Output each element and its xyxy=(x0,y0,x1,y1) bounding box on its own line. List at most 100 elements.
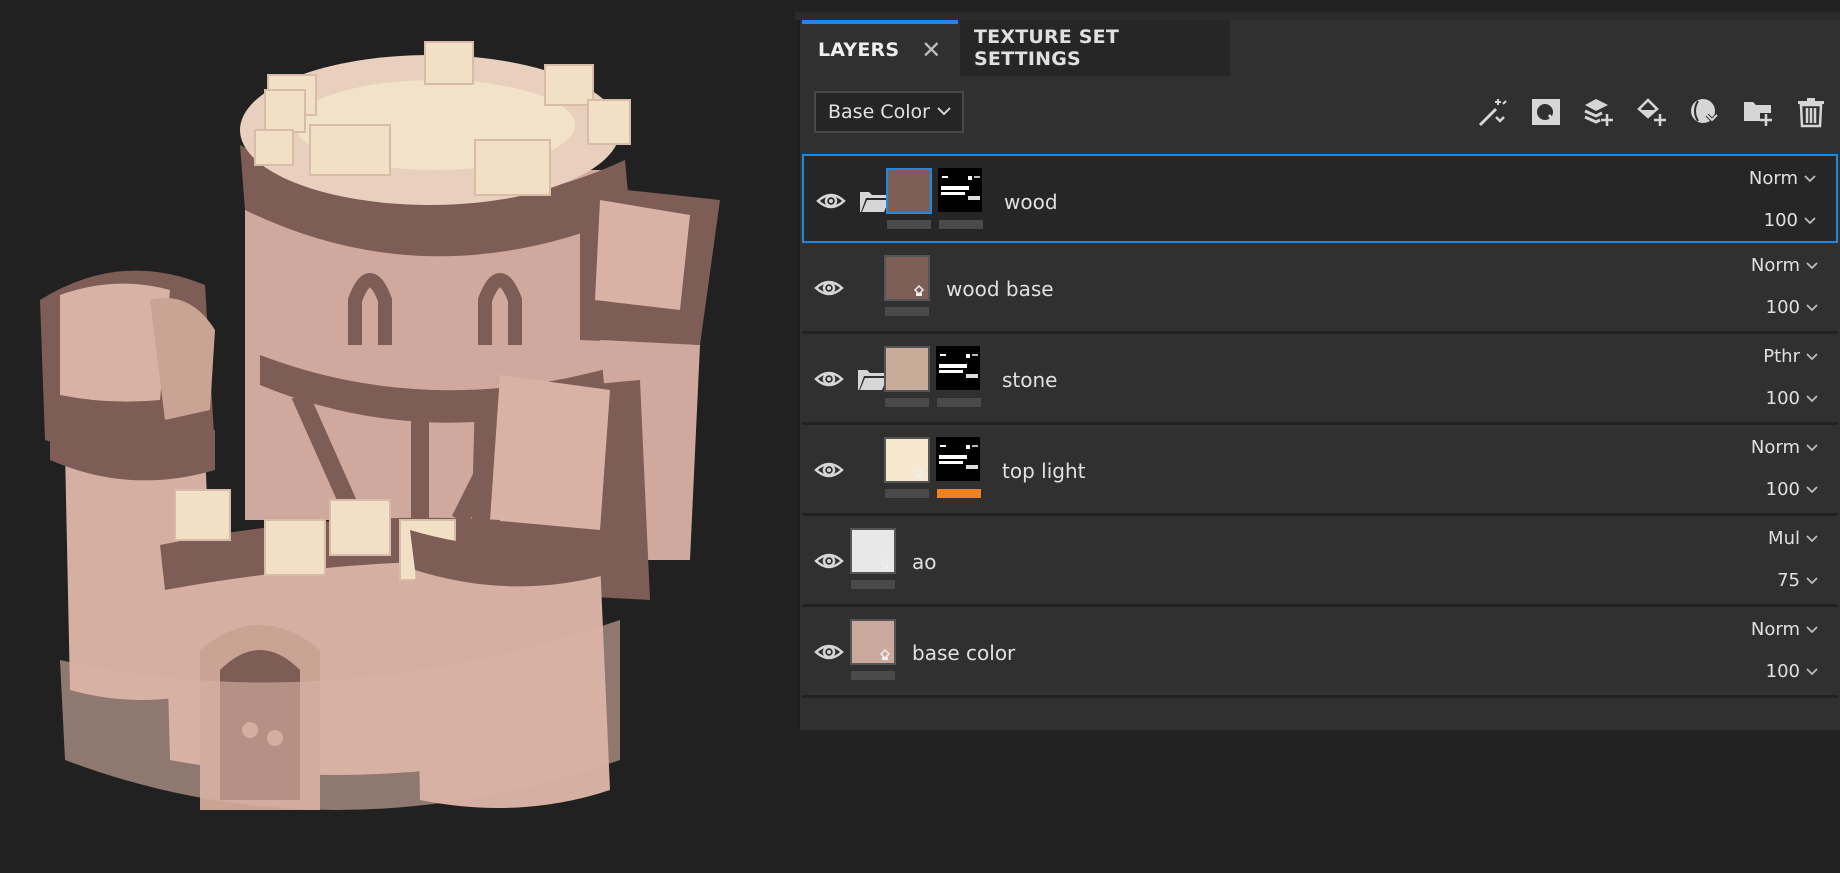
thumbnail-bar xyxy=(885,398,929,407)
opacity-dropdown[interactable]: 75 xyxy=(1777,570,1818,591)
add-folder-icon xyxy=(1743,102,1774,127)
thumbnail-bar xyxy=(885,489,929,498)
mask-thumbnail[interactable] xyxy=(936,346,982,392)
chevron-down-icon xyxy=(1806,535,1818,543)
eye-icon[interactable] xyxy=(814,364,844,394)
castle-model xyxy=(40,41,720,810)
blend-mode-value: Norm xyxy=(1750,437,1800,458)
opacity-value: 100 xyxy=(1765,661,1800,682)
blend-mode-value: Pthr xyxy=(1763,346,1800,367)
layer-row[interactable]: top light Norm 100 xyxy=(802,425,1838,516)
layers-panel: LAYERS ✕ TEXTURE SET SETTINGS Base Color xyxy=(798,20,1840,730)
smart-material-button[interactable] xyxy=(1687,93,1722,131)
close-icon[interactable]: ✕ xyxy=(921,38,941,62)
add-layer-button[interactable] xyxy=(1581,93,1616,131)
smart-material-icon xyxy=(1690,99,1718,123)
right-turret-panel xyxy=(595,200,690,310)
chevron-down-icon xyxy=(1804,217,1816,225)
opacity-value: 100 xyxy=(1765,388,1800,409)
right-window-panel xyxy=(490,375,610,530)
panel-tabs: LAYERS ✕ TEXTURE SET SETTINGS xyxy=(800,20,1840,76)
add-folder-button[interactable] xyxy=(1740,93,1775,131)
chevron-down-icon xyxy=(937,107,951,116)
eye-icon[interactable] xyxy=(814,455,844,485)
blend-mode-dropdown[interactable]: Norm xyxy=(1751,619,1818,640)
tab-texture-set-settings[interactable]: TEXTURE SET SETTINGS xyxy=(960,20,1230,76)
layer-row[interactable]: stone Pthr 100 xyxy=(802,334,1838,425)
blend-mode-dropdown[interactable]: Mul xyxy=(1768,528,1818,549)
blend-mode-value: Norm xyxy=(1748,168,1798,189)
magic-wand-icon xyxy=(1478,99,1507,127)
layer-thumbnail[interactable] xyxy=(884,255,930,301)
tab-layers-label: LAYERS xyxy=(818,39,900,61)
layer-thumbnail[interactable] xyxy=(850,619,896,665)
add-layer-icon xyxy=(1583,99,1613,126)
blend-mode-dropdown[interactable]: Norm xyxy=(1749,168,1816,189)
add-fill-layer-icon xyxy=(1636,98,1666,126)
add-mask-icon xyxy=(1531,99,1560,125)
layer-thumbnail[interactable] xyxy=(850,528,896,574)
layer-toolbar xyxy=(1475,93,1828,131)
eye-icon[interactable] xyxy=(814,273,844,303)
blend-mode-dropdown[interactable]: Norm xyxy=(1751,437,1818,458)
layer-name[interactable]: top light xyxy=(1002,459,1085,483)
blend-mode-value: Mul xyxy=(1768,528,1800,549)
thumbnail-bar xyxy=(885,307,929,316)
layer-name[interactable]: wood base xyxy=(946,277,1054,301)
blend-mode-value: Norm xyxy=(1750,255,1800,276)
chevron-down-icon xyxy=(1806,444,1818,452)
layer-thumbnail[interactable] xyxy=(886,168,932,214)
chevron-down-icon xyxy=(1806,304,1818,312)
tab-layers[interactable]: LAYERS ✕ xyxy=(802,20,958,76)
chevron-down-icon xyxy=(1806,395,1818,403)
thumbnail-bar xyxy=(851,671,895,680)
opacity-dropdown[interactable]: 100 xyxy=(1766,479,1818,500)
3d-viewport[interactable] xyxy=(0,0,795,873)
layer-row[interactable]: ao Mul 75 xyxy=(802,516,1838,607)
layer-thumbnail[interactable] xyxy=(884,346,930,392)
layer-stack: wood Norm 100 wood base Norm 100 stone Pthr 100 t… xyxy=(802,154,1838,726)
opacity-dropdown[interactable]: 100 xyxy=(1766,297,1818,318)
layer-stack-empty-area[interactable] xyxy=(802,698,1838,726)
chevron-down-icon xyxy=(1806,626,1818,634)
blend-mode-dropdown[interactable]: Norm xyxy=(1751,255,1818,276)
opacity-value: 100 xyxy=(1763,210,1798,231)
blend-mode-value: Norm xyxy=(1750,619,1800,640)
chevron-down-icon xyxy=(1806,353,1818,361)
layer-name[interactable]: stone xyxy=(1002,368,1057,392)
blend-mode-dropdown[interactable]: Pthr xyxy=(1763,346,1818,367)
panel-top-bar xyxy=(795,12,1840,20)
channel-select[interactable]: Base Color xyxy=(814,91,964,133)
layer-name[interactable]: base color xyxy=(912,641,1015,665)
thumbnail-bar xyxy=(851,580,895,589)
trash-icon xyxy=(1797,98,1824,128)
opacity-dropdown[interactable]: 100 xyxy=(1766,388,1818,409)
eye-icon[interactable] xyxy=(816,186,846,216)
chevron-down-icon xyxy=(1806,577,1818,585)
add-mask-button[interactable] xyxy=(1528,93,1563,131)
mask-thumbnail[interactable] xyxy=(936,437,982,483)
layer-name[interactable]: wood xyxy=(1004,190,1058,214)
mask-bar xyxy=(939,220,983,229)
mask-bar xyxy=(937,489,981,498)
chevron-down-icon xyxy=(1806,668,1818,676)
opacity-dropdown[interactable]: 100 xyxy=(1766,661,1818,682)
opacity-value: 100 xyxy=(1765,297,1800,318)
chevron-down-icon xyxy=(1804,175,1816,183)
add-effect-button[interactable] xyxy=(1475,93,1510,131)
thumbnail-bar xyxy=(887,220,931,229)
layer-thumbnail[interactable] xyxy=(884,437,930,483)
eye-icon[interactable] xyxy=(814,637,844,667)
eye-icon[interactable] xyxy=(814,546,844,576)
delete-button[interactable] xyxy=(1793,93,1828,131)
layer-row[interactable]: wood base Norm 100 xyxy=(802,243,1838,334)
add-fill-layer-button[interactable] xyxy=(1634,93,1669,131)
chevron-down-icon xyxy=(1806,486,1818,494)
layer-row[interactable]: base color Norm 100 xyxy=(802,607,1838,698)
layer-name[interactable]: ao xyxy=(912,550,937,574)
layer-row[interactable]: wood Norm 100 xyxy=(802,154,1838,243)
mask-thumbnail[interactable] xyxy=(938,168,984,214)
channel-select-value: Base Color xyxy=(828,101,930,123)
opacity-value: 75 xyxy=(1777,570,1800,591)
opacity-dropdown[interactable]: 100 xyxy=(1764,210,1816,231)
